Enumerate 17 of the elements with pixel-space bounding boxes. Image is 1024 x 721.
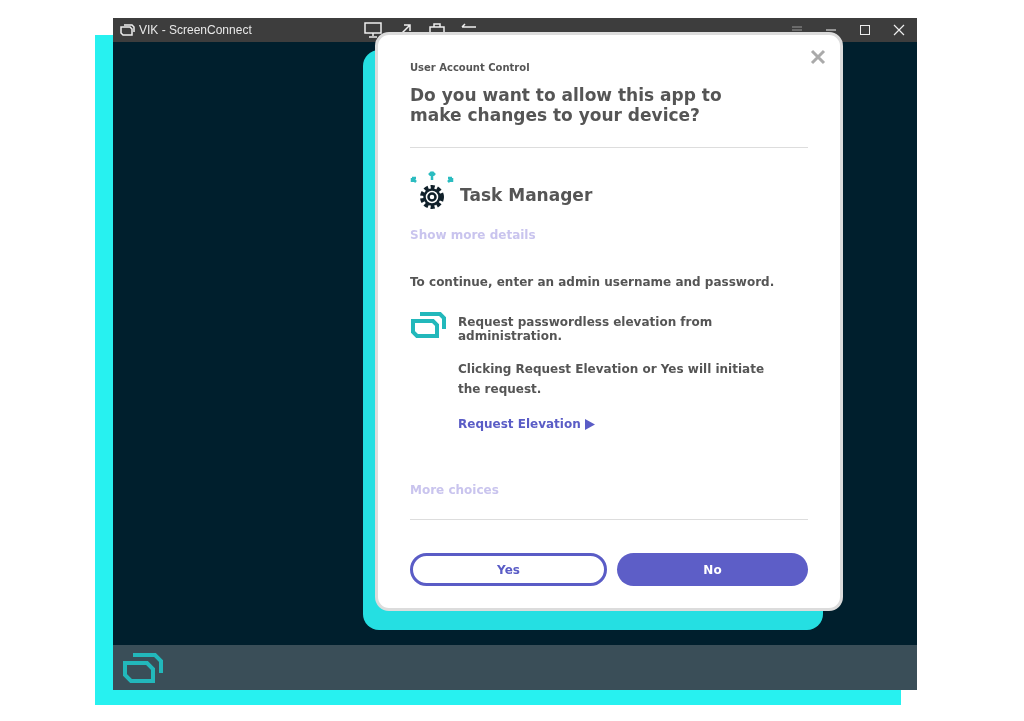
play-icon xyxy=(584,418,595,430)
no-button[interactable]: No xyxy=(617,553,808,586)
option-note: Clicking Request Elevation or Yes will initiate the request. xyxy=(458,361,766,398)
dialog-question: Do you want to allow this app to make changes to your device? xyxy=(410,85,723,125)
option-text: Request passwordless elevation from administration. xyxy=(458,315,714,343)
monitor-icon[interactable] xyxy=(363,22,382,38)
request-elevation-link[interactable]: Request Elevation xyxy=(458,417,595,431)
app-logo-icon xyxy=(119,23,135,37)
window-title: VIK - ScreenConnect xyxy=(139,23,252,37)
instruction-text: To continue, enter an admin username and password. xyxy=(410,275,776,289)
elevation-icon xyxy=(410,311,446,339)
dialog-caption: User Account Control xyxy=(410,62,531,73)
maximize-icon[interactable] xyxy=(859,24,871,36)
gear-icon xyxy=(410,170,454,212)
app-name: Task Manager xyxy=(460,185,593,205)
yes-button[interactable]: Yes xyxy=(410,553,607,586)
app-logo-icon xyxy=(121,650,163,685)
